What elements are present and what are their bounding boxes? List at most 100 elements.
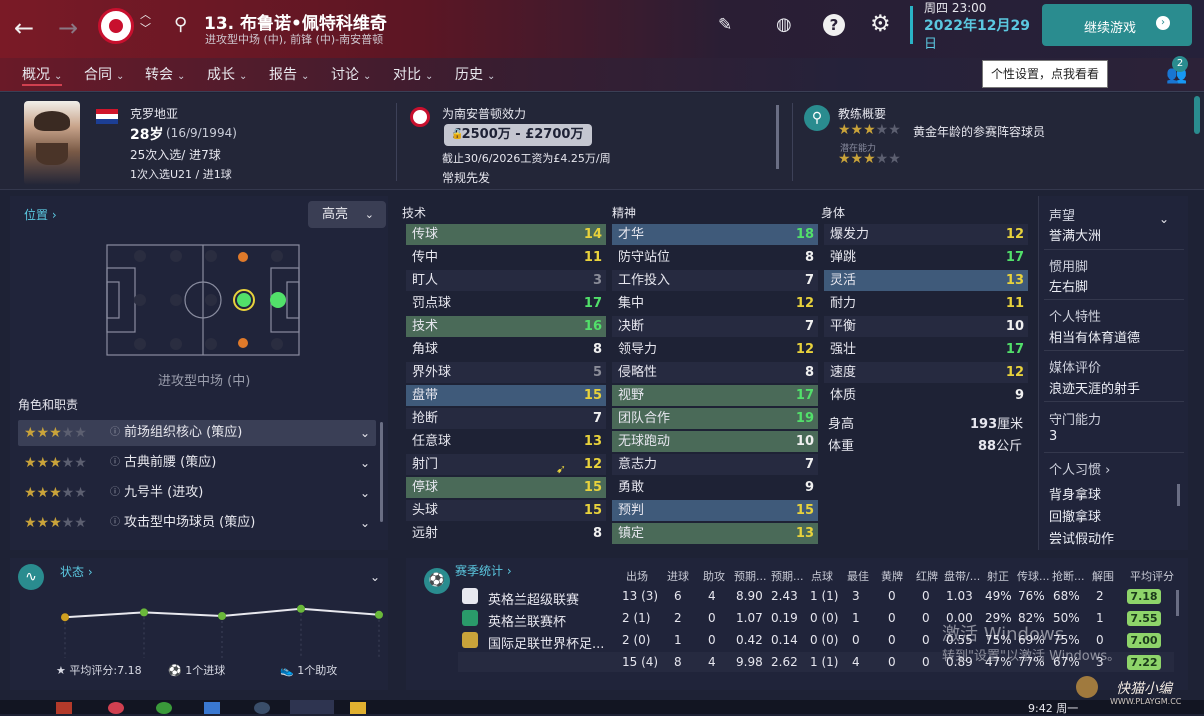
- attribute-row[interactable]: 停球 15: [406, 477, 606, 498]
- attribute-row[interactable]: 耐力 11: [824, 293, 1028, 314]
- tab-contract[interactable]: 合同 ⌄: [84, 64, 124, 86]
- world-icon[interactable]: ◍: [776, 14, 792, 35]
- competition-name[interactable]: 英格兰联赛杯: [488, 611, 566, 630]
- taskbar-app-icon-active[interactable]: [290, 700, 334, 714]
- taskbar-app-icon[interactable]: [204, 702, 220, 714]
- attribute-row[interactable]: 灵活 13: [824, 270, 1028, 291]
- form-title[interactable]: 状态 ›: [60, 563, 93, 580]
- stats-column-header[interactable]: 平均评分: [1130, 568, 1174, 584]
- form-point[interactable]: [218, 612, 226, 620]
- stats-column-header[interactable]: 最佳: [847, 568, 869, 584]
- form-point[interactable]: [375, 610, 383, 619]
- info-icon[interactable]: ⓘ: [110, 450, 120, 476]
- back-arrow-icon[interactable]: ←: [14, 14, 34, 42]
- role-item[interactable]: ★★★★★ ⓘ 攻击型中场球员 (策应) ⌄: [18, 510, 376, 536]
- player-traits-title[interactable]: 个人习惯 ›: [1049, 459, 1110, 478]
- competition-name[interactable]: 英格兰超级联赛: [488, 589, 579, 608]
- attribute-row[interactable]: 平衡 10: [824, 316, 1028, 337]
- continue-button[interactable]: 继续游戏 ›: [1042, 4, 1192, 46]
- form-point[interactable]: [140, 608, 148, 617]
- attribute-row[interactable]: 无球跑动 10: [612, 431, 818, 452]
- tab-overview[interactable]: 概况 ⌄: [22, 64, 63, 86]
- competition-name[interactable]: 国际足联世界杯足...: [488, 633, 604, 652]
- taskbar-app-icon[interactable]: [56, 702, 72, 714]
- tab-compare[interactable]: 对比 ⌄: [393, 64, 433, 86]
- taskbar-app-icon[interactable]: [156, 702, 172, 714]
- search-icon[interactable]: ⚲: [174, 14, 187, 35]
- magnifier-icon[interactable]: ⚲: [804, 105, 830, 131]
- attribute-row[interactable]: 抢断 7: [406, 408, 606, 429]
- stats-column-header[interactable]: 预期...: [734, 568, 767, 584]
- attribute-row[interactable]: 角球 8: [406, 339, 606, 360]
- attribute-row[interactable]: 侵略性 8: [612, 362, 818, 383]
- attribute-row[interactable]: 才华 18: [612, 224, 818, 245]
- tab-transfer[interactable]: 转会 ⌄: [145, 64, 185, 86]
- taskbar-app-icon[interactable]: [254, 702, 270, 714]
- attribute-row[interactable]: 射门 12: [406, 454, 606, 475]
- stats-column-header[interactable]: 传球...: [1017, 568, 1050, 584]
- role-item[interactable]: ★★★★★ ⓘ 古典前腰 (策应) ⌄: [18, 450, 376, 476]
- attribute-row[interactable]: 勇敢 9: [612, 477, 818, 498]
- role-item[interactable]: ★★★★★ ⓘ 前场组织核心 (策应) ⌄: [18, 420, 376, 446]
- attribute-row[interactable]: 传球 14: [406, 224, 606, 245]
- stats-column-header[interactable]: 进球: [667, 568, 689, 584]
- attribute-row[interactable]: 盘带 15: [406, 385, 606, 406]
- help-icon[interactable]: ?: [823, 14, 845, 36]
- attribute-row[interactable]: 集中 12: [612, 293, 818, 314]
- chevron-down-icon[interactable]: ⌄: [1159, 212, 1169, 226]
- attribute-row[interactable]: 防守站位 8: [612, 247, 818, 268]
- attribute-row[interactable]: 领导力 12: [612, 339, 818, 360]
- attribute-row[interactable]: 决断 7: [612, 316, 818, 337]
- stats-column-header[interactable]: 红牌: [916, 568, 938, 584]
- stats-column-header[interactable]: 点球: [811, 568, 833, 584]
- player-switch-chevrons-icon[interactable]: ︿ ﹀: [140, 8, 151, 36]
- attribute-row[interactable]: 速度 12: [824, 362, 1028, 383]
- stats-column-header[interactable]: 解围: [1092, 568, 1114, 584]
- club-crest-icon[interactable]: [98, 8, 134, 44]
- attribute-row[interactable]: 盯人 3: [406, 270, 606, 291]
- attribute-row[interactable]: 强壮 17: [824, 339, 1028, 360]
- attribute-row[interactable]: 意志力 7: [612, 454, 818, 475]
- form-point[interactable]: [61, 613, 69, 622]
- roles-scrollbar[interactable]: [380, 422, 383, 522]
- attribute-row[interactable]: 弹跳 17: [824, 247, 1028, 268]
- highlight-dropdown[interactable]: 高亮 ⌄: [308, 201, 386, 228]
- info-icon[interactable]: ⓘ: [110, 480, 120, 506]
- season-stats-title[interactable]: 赛季统计 ›: [455, 562, 512, 579]
- tab-discuss[interactable]: 讨论 ⌄: [331, 64, 371, 86]
- stats-column-header[interactable]: 助攻: [703, 568, 725, 584]
- attribute-row[interactable]: 工作投入 7: [612, 270, 818, 291]
- attribute-row[interactable]: 团队合作 19: [612, 408, 818, 429]
- taskbar-folder-icon[interactable]: [350, 702, 366, 714]
- attribute-row[interactable]: 视野 17: [612, 385, 818, 406]
- info-icon[interactable]: ⓘ: [110, 510, 120, 536]
- attribute-row[interactable]: 远射 8: [406, 523, 606, 544]
- attribute-row[interactable]: 技术 16: [406, 316, 606, 337]
- taskbar-app-icon[interactable]: [108, 702, 124, 714]
- attribute-row[interactable]: 体质 9: [824, 385, 1028, 406]
- position-title[interactable]: 位置 ›: [24, 206, 57, 223]
- traits-scrollbar[interactable]: [1177, 484, 1180, 506]
- tab-development[interactable]: 成长 ⌄: [207, 64, 247, 86]
- stats-column-header[interactable]: 盘带/...: [944, 568, 980, 584]
- stats-scrollbar[interactable]: [1176, 590, 1179, 616]
- gear-icon[interactable]: ⚙: [870, 11, 891, 37]
- attribute-row[interactable]: 界外球 5: [406, 362, 606, 383]
- stats-column-header[interactable]: 出场: [626, 568, 648, 584]
- attribute-row[interactable]: 预判 15: [612, 500, 818, 521]
- form-point[interactable]: [297, 604, 305, 613]
- attribute-row[interactable]: 头球 15: [406, 500, 606, 521]
- stats-column-header[interactable]: 预期...: [771, 568, 804, 584]
- attribute-row[interactable]: 罚点球 17: [406, 293, 606, 314]
- stats-column-header[interactable]: 抢断...: [1052, 568, 1085, 584]
- attribute-row[interactable]: 镇定 13: [612, 523, 818, 544]
- scrollbar[interactable]: [776, 105, 779, 169]
- role-item[interactable]: ★★★★★ ⓘ 九号半 (进攻) ⌄: [18, 480, 376, 506]
- stats-column-header[interactable]: 射正: [987, 568, 1009, 584]
- tab-history[interactable]: 历史 ⌄: [455, 64, 495, 86]
- stats-column-header[interactable]: 黄牌: [881, 568, 903, 584]
- attribute-row[interactable]: 任意球 13: [406, 431, 606, 452]
- attribute-row[interactable]: 传中 11: [406, 247, 606, 268]
- forward-arrow-icon[interactable]: →: [58, 14, 78, 42]
- attribute-row[interactable]: 爆发力 12: [824, 224, 1028, 245]
